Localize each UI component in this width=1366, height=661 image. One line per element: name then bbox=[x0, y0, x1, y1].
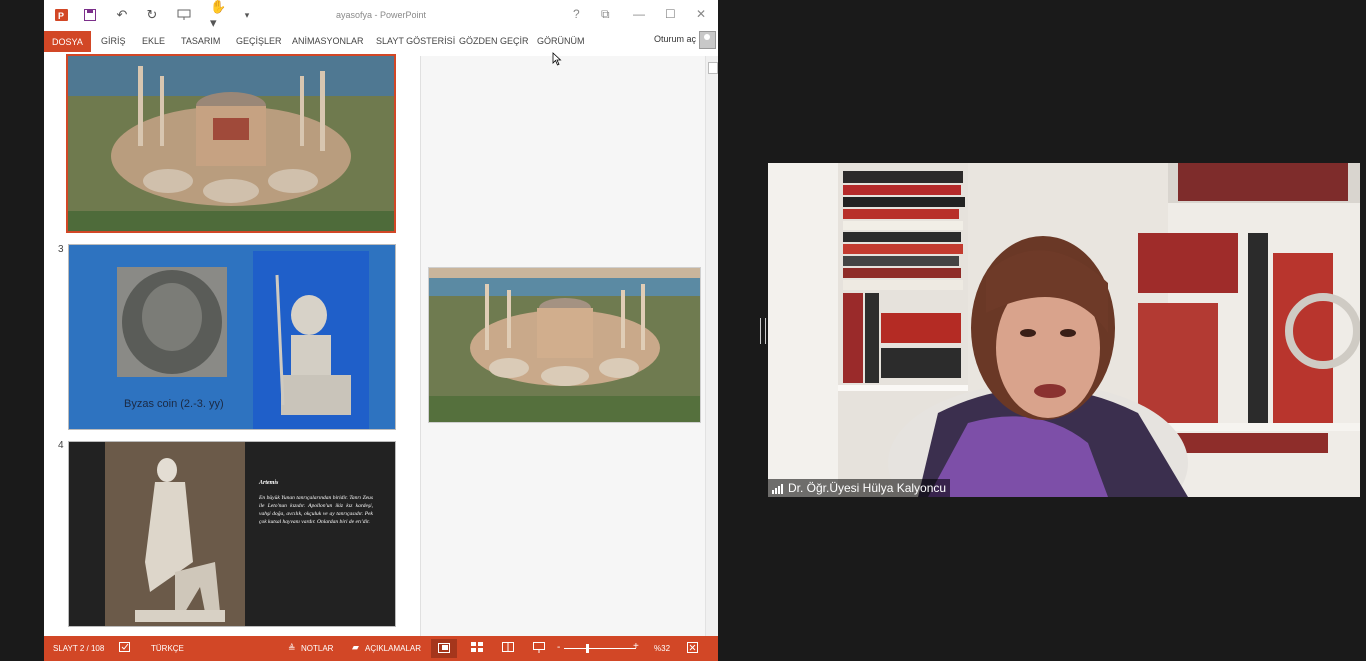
comments-button[interactable]: AÇIKLAMALAR bbox=[365, 644, 421, 653]
video-participant-tile[interactable]: Dr. Öğr.Üyesi Hülya Kalyoncu bbox=[768, 163, 1360, 497]
status-bar: SLAYT 2 / 108 TÜRKÇE ≜ NOTLAR ▰ AÇIKLAMA… bbox=[44, 636, 718, 661]
avatar[interactable] bbox=[699, 31, 716, 49]
comments-icon[interactable]: ▰ bbox=[352, 642, 359, 653]
slide-thumbnail-4[interactable]: Artemis En büyük Yunan tanrıçalarından b… bbox=[68, 441, 396, 627]
tab-slideshow[interactable]: SLAYT GÖSTERİSİ bbox=[376, 30, 455, 52]
tab-view[interactable]: GÖRÜNÜM bbox=[537, 30, 585, 52]
artemis-statue-image bbox=[105, 442, 245, 626]
window-title: ayasofya - PowerPoint bbox=[335, 10, 427, 20]
slideshow-icon[interactable] bbox=[533, 642, 545, 653]
hagia-sophia-photo bbox=[429, 268, 700, 422]
close-icon[interactable]: ✕ bbox=[696, 7, 706, 21]
slide-thumbnail-2[interactable] bbox=[66, 54, 396, 233]
sign-in-link[interactable]: Oturum aç bbox=[654, 34, 696, 44]
tab-insert[interactable]: EKLE bbox=[142, 30, 165, 52]
reading-view-icon[interactable] bbox=[502, 642, 514, 653]
normal-view-button[interactable] bbox=[431, 639, 457, 658]
zoom-slider-knob[interactable] bbox=[585, 644, 589, 653]
slide-thumbnail-3[interactable]: Byzas coin (2.-3. yy) bbox=[68, 244, 396, 430]
zoom-level[interactable]: %32 bbox=[654, 644, 670, 653]
zoom-out-icon[interactable]: - bbox=[557, 642, 560, 653]
slide-number-3: 3 bbox=[58, 244, 64, 255]
tab-file[interactable]: DOSYA bbox=[44, 31, 91, 52]
zoom-slider[interactable] bbox=[564, 648, 636, 649]
coin-and-poseidon-image bbox=[117, 251, 369, 429]
scrollbar-thumb[interactable] bbox=[708, 62, 718, 74]
fit-to-window-icon[interactable] bbox=[687, 642, 699, 653]
powerpoint-window: P ↶ ↻ ✋▾ ▾ ayasofya - PowerPoint ? ⧉ — ☐… bbox=[44, 0, 718, 661]
tab-review[interactable]: GÖZDEN GEÇİR bbox=[459, 30, 529, 52]
tab-animations[interactable]: ANİMASYONLAR bbox=[292, 30, 364, 52]
vertical-scrollbar[interactable] bbox=[705, 56, 718, 636]
panel-resize-handle[interactable] bbox=[760, 318, 766, 344]
hagia-sophia-aerial-image bbox=[68, 56, 394, 231]
participant-video-feed bbox=[768, 163, 1360, 497]
thumbnail-pane[interactable]: 3 Byzas coin (2.-3. yy) 4 Artemis En büy… bbox=[44, 54, 420, 636]
zoom-in-icon[interactable]: + bbox=[633, 641, 639, 652]
tab-transitions[interactable]: GEÇİŞLER bbox=[236, 30, 282, 52]
spellcheck-icon[interactable] bbox=[119, 642, 131, 653]
slide-number-4: 4 bbox=[58, 440, 64, 451]
ribbon-display-icon[interactable]: ⧉ bbox=[601, 7, 610, 22]
slide-edit-pane[interactable] bbox=[421, 56, 705, 636]
slide-4-title: Artemis bbox=[259, 480, 279, 486]
minimize-icon[interactable]: — bbox=[633, 7, 645, 21]
maximize-icon[interactable]: ☐ bbox=[665, 7, 676, 21]
participant-name: Dr. Öğr.Üyesi Hülya Kalyoncu bbox=[788, 481, 947, 495]
slide-counter[interactable]: SLAYT 2 / 108 bbox=[53, 644, 104, 653]
tab-home[interactable]: GİRİŞ bbox=[101, 30, 126, 52]
help-icon[interactable]: ? bbox=[573, 7, 580, 21]
ribbon-tabs: DOSYA GİRİŞ EKLE TASARIM GEÇİŞLER ANİMAS… bbox=[44, 30, 718, 54]
tab-design[interactable]: TASARIM bbox=[181, 30, 220, 52]
slide-3-caption: Byzas coin (2.-3. yy) bbox=[124, 398, 224, 410]
normal-view-icon bbox=[438, 643, 450, 653]
signal-strength-icon bbox=[772, 483, 783, 494]
slide-sorter-icon[interactable] bbox=[471, 642, 483, 653]
language-indicator[interactable]: TÜRKÇE bbox=[151, 644, 184, 653]
notes-icon[interactable]: ≜ bbox=[288, 643, 296, 654]
slide-4-body: En büyük Yunan tanrıçalarından biridir. … bbox=[259, 495, 373, 525]
mouse-cursor-icon bbox=[552, 52, 562, 66]
current-slide-image[interactable] bbox=[428, 267, 701, 423]
title-bar: P ↶ ↻ ✋▾ ▾ ayasofya - PowerPoint ? ⧉ — ☐… bbox=[44, 0, 718, 30]
participant-name-bar: Dr. Öğr.Üyesi Hülya Kalyoncu bbox=[768, 479, 951, 497]
notes-button[interactable]: NOTLAR bbox=[301, 644, 333, 653]
